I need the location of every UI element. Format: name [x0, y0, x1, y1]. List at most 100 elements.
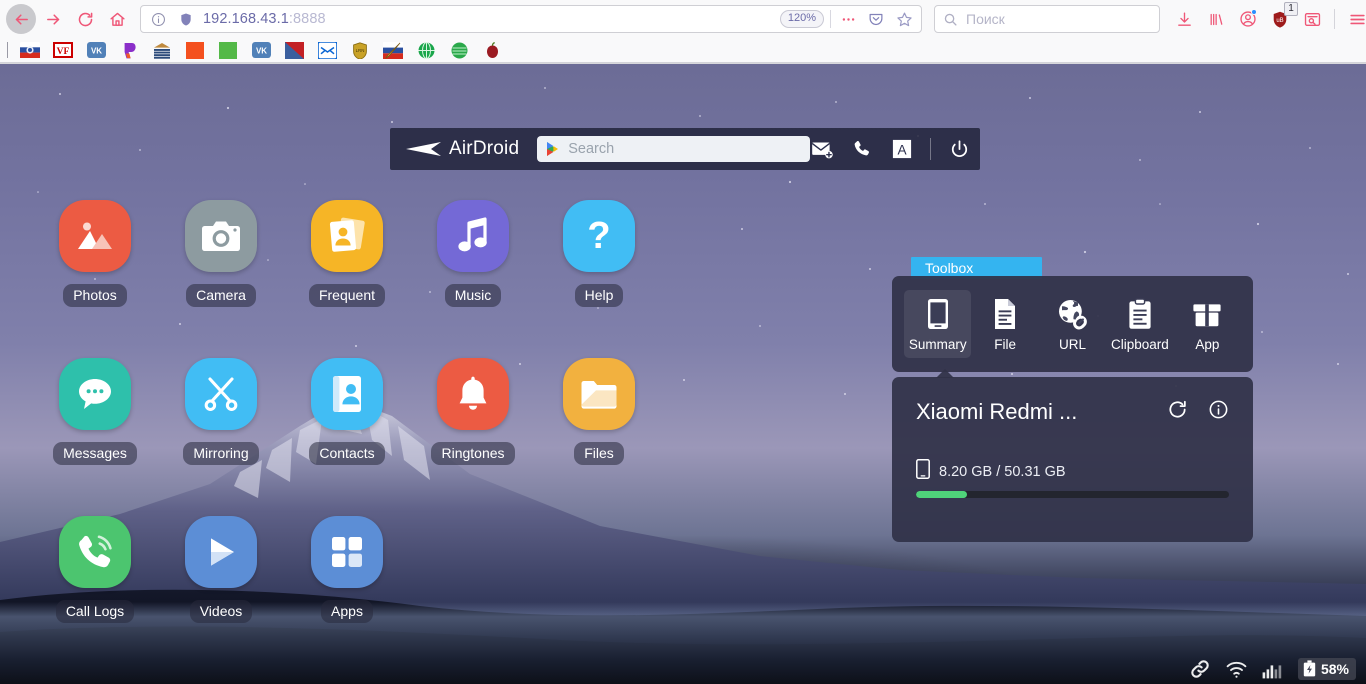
bookmark-apple[interactable] — [481, 41, 503, 60]
app-icon-mirroring[interactable]: Mirroring — [158, 358, 284, 516]
camera-icon — [185, 200, 257, 272]
forward-button[interactable] — [38, 4, 68, 34]
toolbox-item-file[interactable]: File — [971, 290, 1038, 358]
app-label: Messages — [53, 442, 137, 465]
bookmark-favicon — [486, 41, 498, 58]
bookmark-flag-diag[interactable] — [283, 41, 305, 60]
toolbox-panel: Summary File URL Clipboard App — [892, 276, 1253, 372]
wifi-icon — [1225, 660, 1248, 679]
bookmark-globe-green[interactable] — [415, 41, 437, 60]
app-icon-photos[interactable]: Photos — [32, 200, 158, 358]
toolbox-item-summary[interactable]: Summary — [904, 290, 972, 358]
bookmark-vk-1[interactable]: VK — [85, 41, 107, 60]
pocket-icon[interactable] — [865, 8, 887, 30]
bookmark-favicon: LRN — [353, 41, 367, 59]
bookmark-disc-green[interactable] — [448, 41, 470, 60]
bookmark-layers[interactable] — [151, 41, 173, 60]
app-icon-camera[interactable]: Camera — [158, 200, 284, 358]
refresh-button[interactable] — [1167, 399, 1188, 425]
library-button[interactable] — [1202, 5, 1230, 33]
toolbox-item-clipboard[interactable]: Clipboard — [1106, 290, 1173, 358]
app-icon-files[interactable]: Files — [536, 358, 662, 516]
info-icon — [1209, 400, 1228, 419]
account-button[interactable] — [1234, 5, 1262, 33]
new-message-icon[interactable] — [810, 137, 834, 161]
search-bar[interactable]: Поиск — [934, 5, 1160, 33]
back-button[interactable] — [6, 4, 36, 34]
apps-icon — [311, 516, 383, 588]
storage-progress-fill — [916, 491, 968, 498]
app-icon-music[interactable]: Music — [410, 200, 536, 358]
music-icon — [437, 200, 509, 272]
bookmark-orange[interactable] — [184, 41, 206, 60]
svg-text:LRN: LRN — [356, 48, 365, 53]
app-icon-grid: Photos Camera Frequent Music ? Help Mess… — [32, 200, 662, 674]
account-notification-dot — [1251, 9, 1257, 15]
app-label: Apps — [321, 600, 373, 623]
battery-percent: 58% — [1320, 660, 1349, 677]
bookmark-pen-flag[interactable] — [382, 41, 404, 60]
app-label: Videos — [189, 600, 253, 623]
bookmark-favicon: VK — [251, 42, 271, 58]
airdroid-search-input[interactable]: Search — [537, 136, 811, 162]
app-label: Music — [444, 284, 502, 307]
reader-view-button[interactable] — [1298, 5, 1326, 33]
site-info-icon[interactable] — [147, 8, 169, 30]
toolbox-item-url[interactable]: URL — [1039, 290, 1106, 358]
bookmark-mail[interactable] — [316, 41, 338, 60]
bookmark-favicon — [418, 41, 434, 59]
airdroid-logo[interactable]: AirDroid — [404, 138, 519, 160]
home-button[interactable] — [102, 4, 132, 34]
svg-text:A: A — [898, 142, 908, 157]
url-text: 192.168.43.1:8888 — [203, 11, 326, 27]
bookmark-favicon — [383, 41, 403, 59]
app-icon-call-logs[interactable]: Call Logs — [32, 516, 158, 674]
hamburger-menu-icon — [1349, 14, 1365, 24]
bookmark-vk-2[interactable]: VK — [250, 41, 272, 60]
arrow-left-icon — [15, 13, 28, 25]
bookmark-purple[interactable] — [118, 41, 140, 60]
bookmark-favicon — [124, 42, 136, 58]
link-icon — [1189, 658, 1211, 680]
app-icon-frequent[interactable]: Frequent — [284, 200, 410, 358]
device-info-button[interactable] — [1208, 399, 1229, 425]
app-icon-videos[interactable]: Videos — [158, 516, 284, 674]
call-icon[interactable] — [850, 137, 874, 161]
app-label: Photos — [63, 284, 127, 307]
toolbox-item-label: App — [1195, 337, 1220, 352]
app-letter-icon[interactable]: A — [890, 137, 914, 161]
app-label: Frequent — [308, 284, 386, 307]
tracking-protection-shield-icon[interactable] — [175, 8, 197, 30]
files-icon — [563, 358, 635, 430]
ublock-origin-button[interactable]: uB 1 — [1266, 2, 1298, 33]
bookmark-shield[interactable]: LRN — [349, 41, 371, 60]
app-icon-help[interactable]: ? Help — [536, 200, 662, 358]
airdroid-brand-label: AirDroid — [449, 138, 520, 159]
reload-button[interactable] — [70, 4, 100, 34]
svg-text:VF: VF — [57, 47, 70, 57]
library-books-icon — [1210, 13, 1222, 25]
package-icon — [1192, 296, 1222, 330]
browser-chrome: 192.168.43.1:8888 120% Поиск uB 1 VF VK … — [0, 0, 1366, 64]
toolbox-item-app[interactable]: App — [1174, 290, 1241, 358]
power-icon[interactable] — [947, 137, 971, 161]
device-card-actions — [1167, 399, 1229, 425]
bookmark-star-icon[interactable] — [893, 8, 915, 30]
airdroid-header-actions: A — [810, 137, 971, 161]
url-bar[interactable]: 192.168.43.1:8888 120% — [140, 5, 922, 33]
bookmark-favicon: VK — [86, 42, 106, 58]
bookmark-green[interactable] — [217, 41, 239, 60]
page-actions-icon[interactable] — [837, 8, 859, 30]
app-icon-ringtones[interactable]: Ringtones — [410, 358, 536, 516]
downloads-button[interactable] — [1170, 5, 1198, 33]
app-menu-button[interactable] — [1343, 5, 1366, 33]
zoom-level-indicator[interactable]: 120% — [779, 9, 824, 29]
app-icon-contacts[interactable]: Contacts — [284, 358, 410, 516]
bookmark-russia[interactable] — [19, 41, 41, 60]
photos-icon — [59, 200, 131, 272]
app-icon-messages[interactable]: Messages — [32, 358, 158, 516]
app-icon-apps[interactable]: Apps — [284, 516, 410, 674]
bookmark-vf[interactable]: VF — [52, 41, 74, 60]
bookmark-favicon — [317, 41, 337, 59]
svg-text:VK: VK — [255, 47, 266, 56]
